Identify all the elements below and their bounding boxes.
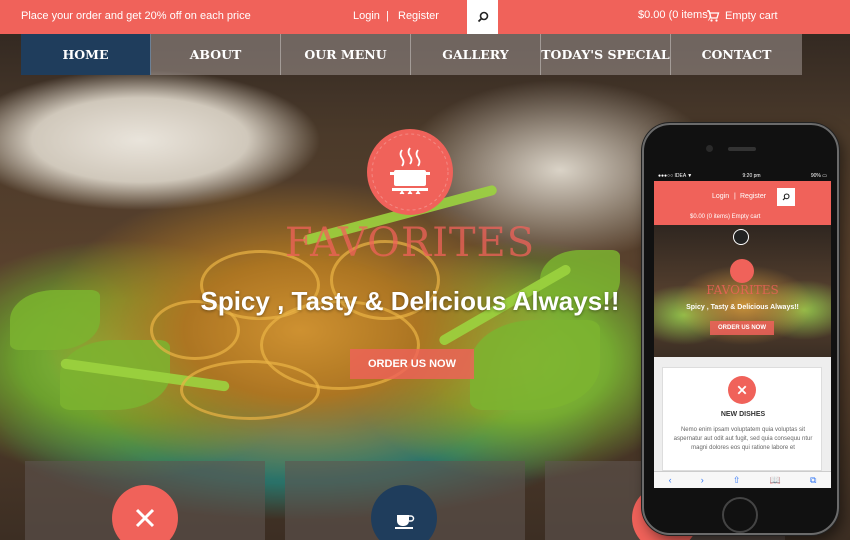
cart-label[interactable]: Empty cart: [725, 10, 778, 22]
nav-our-menu[interactable]: OUR MENU: [281, 34, 411, 75]
mobile-register-link[interactable]: Register: [740, 193, 766, 200]
mobile-carrier: ●●●○○ IDEA ▼: [658, 173, 693, 179]
register-link[interactable]: Register: [398, 10, 439, 22]
phone-screen: ●●●○○ IDEA ▼ 9:20 pm 90% ▭ Login | Regis…: [654, 171, 831, 488]
mobile-status-bar: ●●●○○ IDEA ▼ 9:20 pm 90% ▭: [654, 171, 831, 181]
menu-icon[interactable]: [733, 229, 749, 245]
mobile-cart[interactable]: $0.00 (0 items) Empty cart: [690, 214, 760, 220]
order-now-button[interactable]: ORDER US NOW: [350, 349, 474, 379]
mobile-hero-title: FAVORITES: [706, 283, 779, 297]
main-nav: HOME ABOUT OUR MENU GALLERY TODAY'S SPEC…: [21, 34, 802, 75]
cooking-pot-icon: [730, 259, 754, 283]
fork-knife-icon: [728, 376, 756, 404]
forward-icon[interactable]: ›: [701, 475, 704, 485]
fork-knife-icon: [112, 485, 178, 540]
phone-camera: [706, 145, 713, 152]
mobile-hero-subtitle: Spicy , Tasty & Delicious Always!!: [686, 304, 799, 311]
hero-subtitle: Spicy , Tasty & Delicious Always!!: [200, 286, 620, 316]
coffee-cup-icon: [371, 485, 437, 540]
mobile-login-link[interactable]: Login: [712, 193, 729, 200]
search-icon: [782, 193, 790, 201]
share-icon[interactable]: ⇧: [733, 475, 741, 486]
phone-mockup: ●●●○○ IDEA ▼ 9:20 pm 90% ▭ Login | Regis…: [642, 123, 839, 535]
login-separator: |: [386, 10, 389, 22]
mobile-order-button[interactable]: ORDER US NOW: [710, 321, 774, 335]
feature-panel-2: [285, 461, 525, 540]
promo-text: Place your order and get 20% off on each…: [21, 10, 251, 22]
mobile-top-bar: Login | Register $0.00 (0 items) Empty c…: [654, 181, 831, 225]
mobile-separator: |: [734, 193, 736, 200]
feature-panel-1: [25, 461, 265, 540]
nav-contact[interactable]: CONTACT: [671, 34, 802, 75]
mobile-battery: 90% ▭: [810, 173, 827, 179]
cooking-pot-icon: [367, 129, 453, 215]
mobile-browser-toolbar: ‹ › ⇧ 📖 ⧉: [654, 471, 831, 488]
cart-icon[interactable]: [706, 9, 720, 23]
mobile-hero: FAVORITES Spicy , Tasty & Delicious Alwa…: [654, 225, 831, 357]
cart-amount[interactable]: $0.00 (0 items): [638, 9, 711, 21]
tabs-icon[interactable]: ⧉: [810, 475, 816, 486]
search-button[interactable]: [467, 0, 498, 34]
phone-speaker: [728, 147, 756, 151]
search-icon: [477, 11, 488, 23]
login-link[interactable]: Login: [353, 10, 380, 22]
top-bar: Place your order and get 20% off on each…: [0, 0, 850, 34]
mobile-search-button[interactable]: [777, 188, 795, 206]
phone-home-button[interactable]: [722, 497, 758, 533]
nav-todays-special[interactable]: TODAY'S SPECIAL: [541, 34, 671, 75]
mobile-card-text: Nemo enim ipsam voluptatem quia voluptas…: [673, 427, 813, 451]
hero-title: FAVORITES: [284, 220, 536, 266]
back-icon[interactable]: ‹: [669, 475, 672, 485]
mobile-card-title: NEW DISHES: [720, 411, 766, 418]
mobile-feature-card: NEW DISHES Nemo enim ipsam voluptatem qu…: [662, 367, 822, 471]
nav-about[interactable]: ABOUT: [151, 34, 281, 75]
nav-home[interactable]: HOME: [21, 34, 151, 75]
nav-gallery[interactable]: GALLERY: [411, 34, 541, 75]
mobile-time: 9:20 pm: [742, 173, 761, 179]
bookmarks-icon[interactable]: 📖: [770, 475, 781, 486]
